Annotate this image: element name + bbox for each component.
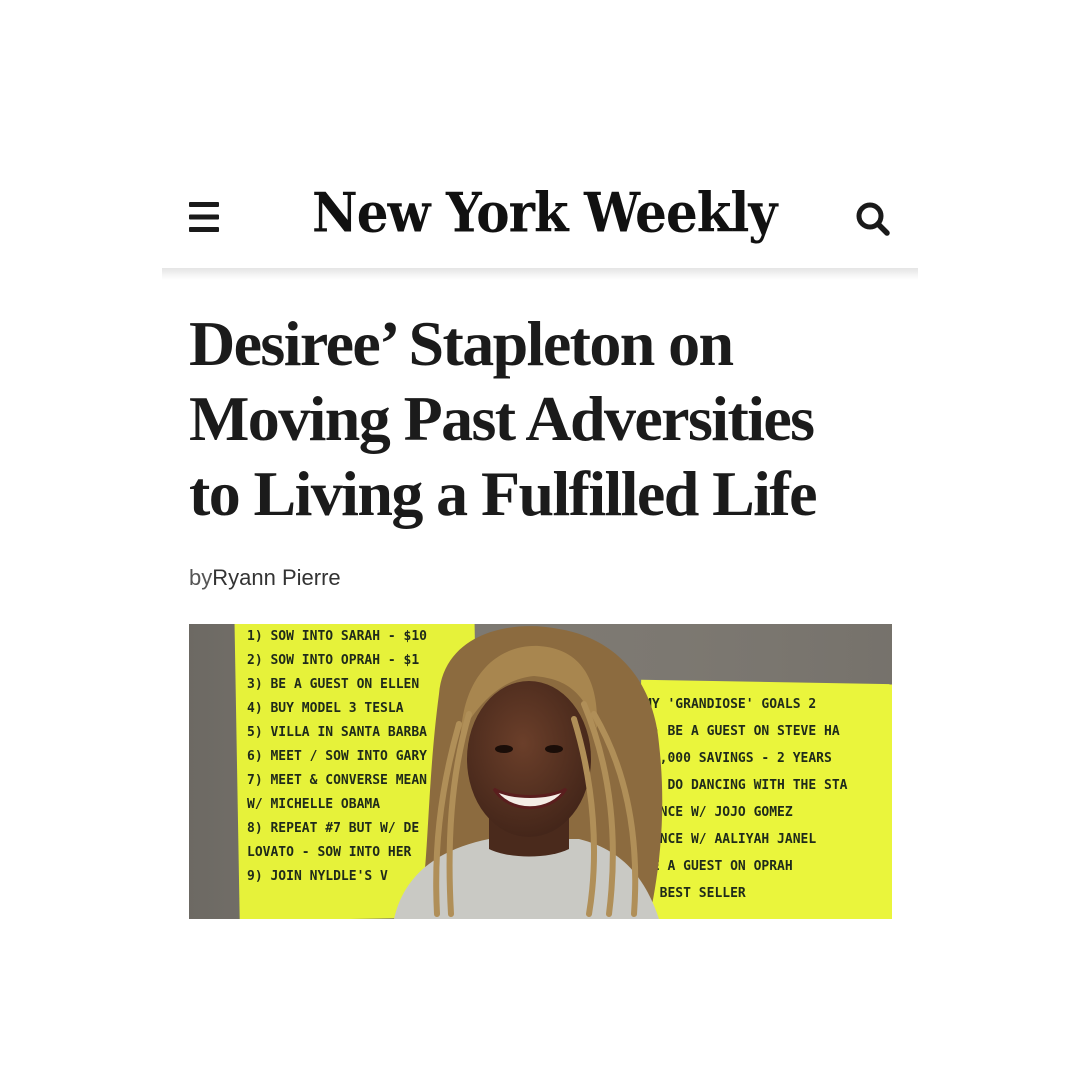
site-logo[interactable]: New York Weekly	[312, 175, 777, 251]
left-sheet-line: 1) SOW INTO SARAH - $10	[247, 629, 427, 644]
headline-line-1: Desiree’ Stapleton on	[189, 308, 734, 379]
search-icon[interactable]	[852, 198, 894, 240]
headline-line-2: Moving Past Adversities	[189, 383, 815, 454]
article-headline: Desiree’ Stapleton on Moving Past Advers…	[189, 306, 909, 531]
header-divider	[162, 268, 918, 280]
left-sheet-line: 8) REPEAT #7 BUT W/ DE	[247, 821, 419, 836]
face	[467, 681, 591, 837]
left-sheet-line: 2) SOW INTO OPRAH - $1	[247, 653, 419, 668]
left-sheet-line: W/ MICHELLE OBAMA	[247, 797, 380, 812]
right-sheet-line: MY 'GRANDIOSE' GOALS 2	[644, 697, 816, 712]
right-sheet-line: 10,000 SAVINGS - 2 YEARS	[644, 751, 832, 766]
right-sheet-line: DANCE W/ JOJO GOMEZ	[644, 805, 793, 820]
left-sheet-line: 4) BUY MODEL 3 TESLA	[247, 701, 404, 716]
left-sheet-line: 7) MEET & CONVERSE MEAN	[247, 773, 427, 788]
left-sheet-line: 6) MEET / SOW INTO GARY V	[247, 749, 443, 764]
right-sheet-line: DANCE W/ AALIYAH JANEL	[644, 832, 816, 847]
byline: byRyann Pierre	[189, 564, 341, 592]
right-goal-sheet	[636, 679, 892, 919]
headline-line-3: to Living a Fulfilled Life	[189, 458, 817, 529]
author-link[interactable]: Ryann Pierre	[212, 565, 340, 590]
right-sheet-line: BE A GUEST ON OPRAH	[644, 859, 793, 874]
left-sheet-line: 3) BE A GUEST ON ELLEN	[247, 677, 419, 692]
featured-photo: 1) SOW INTO SARAH - $10 2) SOW INTO OPRAH…	[189, 624, 892, 919]
right-sheet-line: A BEST SELLER	[644, 886, 746, 901]
byline-prefix: by	[189, 565, 213, 590]
hamburger-menu-icon[interactable]	[184, 200, 224, 234]
left-sheet-line: LOVATO - SOW INTO HER	[247, 845, 412, 860]
featured-image: 1) SOW INTO SARAH - $10 2) SOW INTO OPRAH…	[189, 624, 892, 919]
right-sheet-line: TO DO DANCING WITH THE STA	[644, 778, 848, 793]
left-sheet-line: 5) VILLA IN SANTA BARBA	[247, 725, 427, 740]
right-sheet-line: 1) BE A GUEST ON STEVE HA	[644, 724, 840, 739]
screenshot-frame: New York Weekly Desiree’ Stapleton on Mo…	[0, 0, 1080, 1080]
site-header: New York Weekly	[162, 160, 918, 270]
left-sheet-line: 9) JOIN NYLDLE'S V	[247, 869, 388, 884]
